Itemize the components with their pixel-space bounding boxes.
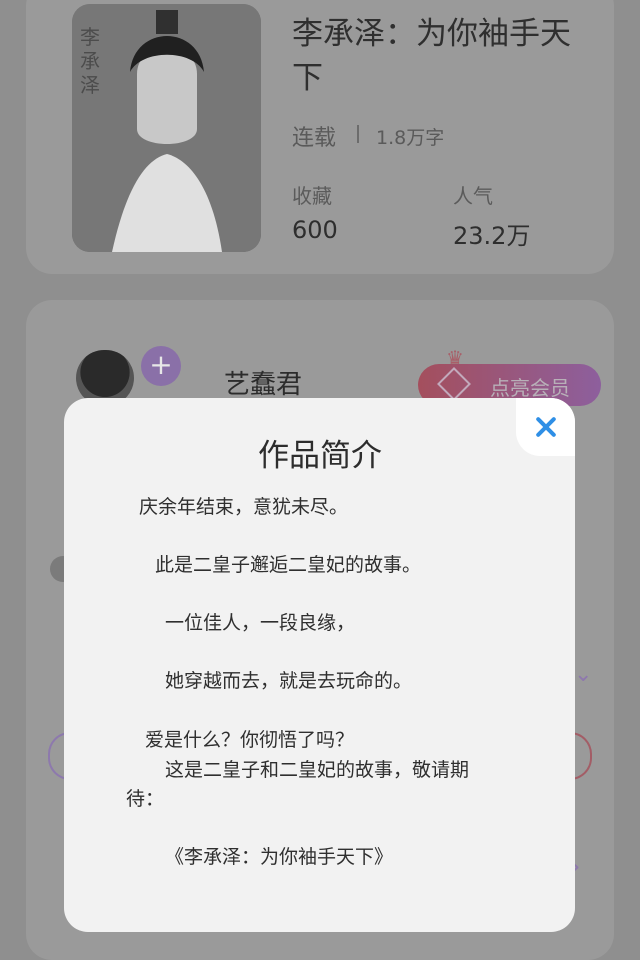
book-title: 李承泽：为你袖手天下 [292, 16, 571, 96]
intro-line-2: 此是二皇子邂逅二皇妃的故事。 [155, 554, 422, 576]
serial-status: 连载 [292, 126, 337, 151]
popularity-label: 人气 [453, 184, 493, 208]
intro-line-6: 这是二皇子和二皇妃的故事，敬请期 [165, 759, 470, 781]
chevron-down-icon[interactable]: ⌄ [574, 662, 592, 687]
svg-text:承: 承 [80, 49, 100, 73]
vip-button-label: 点亮会员 [490, 376, 570, 400]
meta-divider [357, 125, 359, 143]
book-cover-image[interactable]: 李 承 泽 [72, 4, 261, 252]
intro-line-8: 《李承泽：为你袖手天下》 [165, 846, 394, 868]
svg-text:李: 李 [80, 25, 100, 49]
popularity-value: 23.2万 [453, 222, 531, 250]
follow-button[interactable]: + [141, 346, 181, 386]
intro-line-4: 她穿越而去，就是去玩命的。 [165, 670, 413, 692]
collection-value: 600 [292, 216, 338, 244]
collection-label: 收藏 [292, 184, 332, 208]
intro-line-1: 庆余年结束，意犹未尽。 [139, 496, 349, 518]
intro-line-7: 待： [126, 788, 165, 810]
modal-title: 作品简介 [258, 438, 382, 474]
author-name[interactable]: 艺蠢君 [224, 364, 302, 401]
word-count: 1.8万字 [376, 127, 445, 149]
intro-line-3: 一位佳人，一段良缘， [165, 612, 356, 634]
intro-line-5: 爱是什么？你彻悟了吗？ [145, 729, 355, 751]
svg-text:泽: 泽 [80, 73, 100, 97]
